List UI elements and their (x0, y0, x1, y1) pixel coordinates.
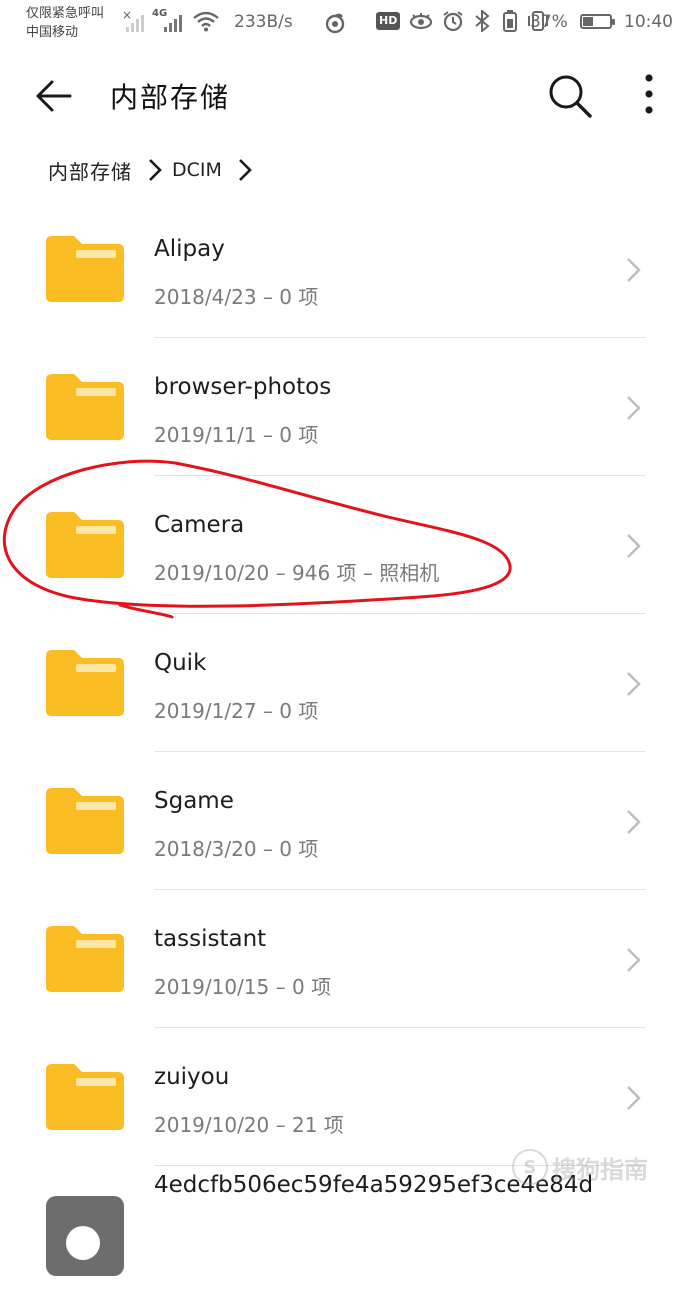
list-item[interactable]: Sgame 2018/3/20 – 0 项 (0, 752, 692, 890)
search-button[interactable] (544, 70, 596, 122)
folder-icon (46, 1064, 124, 1130)
battery-saver-icon (503, 10, 518, 32)
carrier-name: 中国移动 (26, 25, 79, 40)
battery-icon (580, 14, 615, 29)
back-button[interactable] (30, 72, 78, 120)
folder-icon (46, 650, 124, 716)
watermark-text: 搜狗指南 (552, 1155, 648, 1184)
battery-percent: 37% (530, 12, 568, 32)
list-item[interactable]: Quik 2019/1/27 – 0 项 (0, 614, 692, 752)
chevron-right-icon (627, 810, 641, 834)
file-meta: 2019/11/1 – 0 项 (154, 423, 319, 447)
bluetooth-icon (475, 10, 490, 32)
chevron-right-icon (627, 672, 641, 696)
file-meta: 2018/4/23 – 0 项 (154, 285, 319, 309)
file-icon (46, 1196, 124, 1276)
file-name: Alipay (154, 236, 225, 262)
breadcrumb: 内部存储 DCIM (48, 148, 262, 192)
chevron-right-icon (627, 258, 641, 282)
sim2-signal-icon (164, 14, 182, 32)
watermark-logo-icon: S (512, 1149, 548, 1185)
file-meta: 2018/3/20 – 0 项 (154, 837, 319, 861)
list-item[interactable]: browser-photos 2019/11/1 – 0 项 (0, 338, 692, 476)
file-name: browser-photos (154, 374, 332, 400)
file-name: Quik (154, 650, 207, 676)
music-app-icon (325, 13, 345, 34)
folder-icon (46, 236, 124, 302)
status-icons: HD (376, 10, 549, 32)
file-name: Sgame (154, 788, 234, 814)
file-list: Alipay 2018/4/23 – 0 项 browser-photos 20… (0, 200, 692, 1304)
file-name: zuiyou (154, 1064, 230, 1090)
more-options-button[interactable] (634, 70, 664, 122)
breadcrumb-chevron-icon (148, 158, 162, 182)
wifi-icon (193, 11, 219, 32)
battery-fill (583, 17, 593, 26)
folder-icon (46, 788, 124, 854)
chevron-right-icon (627, 534, 641, 558)
list-item[interactable]: tassistant 2019/10/15 – 0 项 (0, 890, 692, 1028)
list-item[interactable]: Camera 2019/10/20 – 946 项 – 照相机 (0, 476, 692, 614)
file-meta: 2019/1/27 – 0 项 (154, 699, 319, 723)
chevron-right-icon (627, 1086, 641, 1110)
carrier-info: 仅限紧急呼叫 中国移动 (26, 4, 104, 42)
page-title: 内部存储 (110, 81, 231, 114)
net-speed: 233B/s (234, 12, 293, 32)
eye-comfort-icon (410, 13, 433, 30)
breadcrumb-chevron-icon (238, 158, 252, 182)
list-item[interactable]: Alipay 2018/4/23 – 0 项 (0, 200, 692, 338)
more-vert-icon (645, 74, 653, 114)
app-bar: 内部存储 (0, 50, 692, 140)
file-meta: 2019/10/20 – 21 项 (154, 1113, 344, 1137)
status-bar: 仅限紧急呼叫 中国移动 × 4G 233B/s HD 37% 10:40 (0, 0, 692, 46)
folder-icon (46, 374, 124, 440)
file-name: tassistant (154, 926, 267, 952)
watermark: S 搜狗指南 (512, 1142, 682, 1192)
folder-icon (46, 512, 124, 578)
chevron-right-icon (627, 396, 641, 420)
breadcrumb-root[interactable]: 内部存储 (48, 156, 132, 185)
carrier-emergency-text: 仅限紧急呼叫 (26, 6, 105, 21)
sim1-signal-icon (126, 14, 144, 32)
breadcrumb-current[interactable]: DCIM (172, 159, 222, 181)
search-icon (549, 75, 592, 118)
arrow-left-icon (36, 80, 72, 112)
alarm-icon (443, 11, 463, 32)
file-meta: 2019/10/20 – 946 项 – 照相机 (154, 561, 440, 585)
hd-icon: HD (376, 12, 401, 30)
folder-icon (46, 926, 124, 992)
file-meta: 2019/10/15 – 0 项 (154, 975, 332, 999)
clock: 10:40 (624, 12, 673, 32)
chevron-right-icon (627, 948, 641, 972)
file-name: Camera (154, 512, 245, 538)
